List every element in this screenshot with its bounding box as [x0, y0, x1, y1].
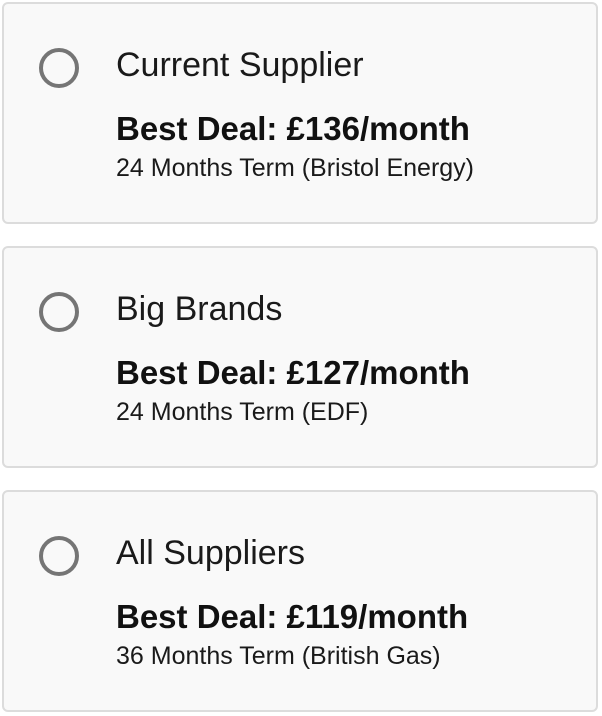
option-title: Big Brands: [116, 290, 283, 328]
radio-button-icon[interactable]: [39, 48, 79, 88]
best-deal-price: Best Deal: £127/month: [116, 354, 470, 391]
best-deal-price: Best Deal: £136/month: [116, 110, 470, 147]
option-card-big-brands[interactable]: Big Brands Best Deal: £127/month 24 Mont…: [2, 246, 598, 468]
option-title: Current Supplier: [116, 46, 364, 84]
term-description: 36 Months Term (British Gas): [116, 642, 441, 670]
radio-button-icon[interactable]: [39, 292, 79, 332]
term-description: 24 Months Term (Bristol Energy): [116, 154, 474, 182]
option-card-current-supplier[interactable]: Current Supplier Best Deal: £136/month 2…: [2, 2, 598, 224]
best-deal-price: Best Deal: £119/month: [116, 598, 469, 635]
option-title: All Suppliers: [116, 534, 305, 572]
term-description: 24 Months Term (EDF): [116, 398, 369, 426]
radio-button-icon[interactable]: [39, 536, 79, 576]
option-card-all-suppliers[interactable]: All Suppliers Best Deal: £119/month 36 M…: [2, 490, 598, 712]
supplier-option-list: Current Supplier Best Deal: £136/month 2…: [0, 0, 602, 716]
